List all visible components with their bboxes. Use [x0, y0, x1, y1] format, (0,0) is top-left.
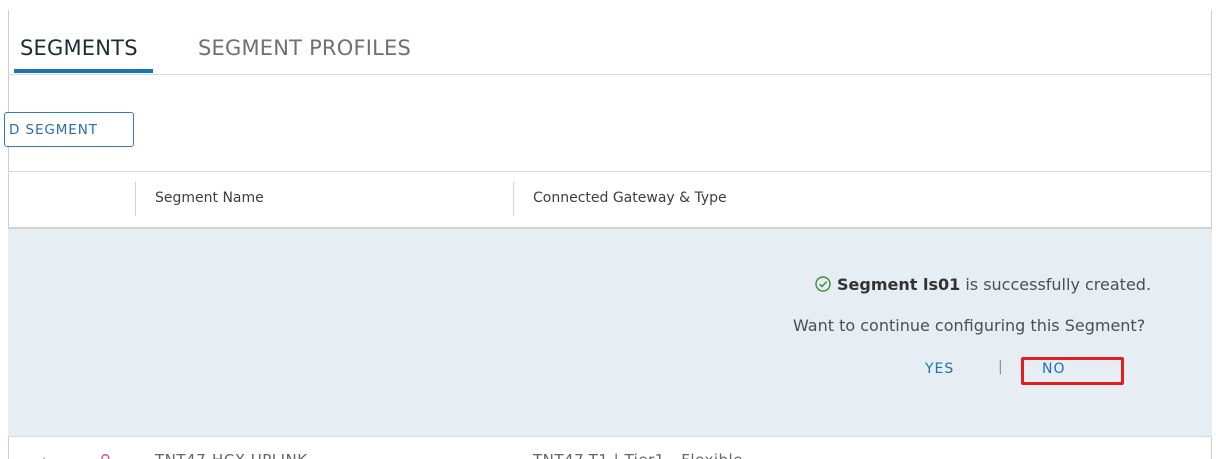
column-header-connected-gateway[interactable]: Connected Gateway & Type — [533, 190, 727, 206]
tab-bar: SEGMENTS SEGMENT PROFILES — [8, 22, 1212, 75]
segment-name-bold: Segment ls01 — [837, 275, 961, 294]
success-message: Segment ls01 is successfully created. — [815, 275, 1151, 294]
continue-prompt: Want to continue configuring this Segmen… — [793, 316, 1146, 335]
gateway-cell: TNT47-T1 | Tier1 - Flexible — [533, 451, 743, 459]
column-divider[interactable] — [135, 182, 136, 216]
segment-name-cell[interactable]: TNT47-HCX-UPLINK — [155, 451, 308, 459]
table-row[interactable]: › ⚲ TNT47-HCX-UPLINK TNT47-T1 | Tier1 - … — [8, 437, 1212, 459]
tab-segments[interactable]: SEGMENTS — [20, 36, 138, 60]
success-message-text: is successfully created. — [960, 275, 1152, 294]
segment-type-icon: ⚲ — [100, 451, 112, 459]
check-circle-icon — [815, 276, 831, 292]
top-margin — [0, 0, 1216, 10]
app-window: SEGMENTS SEGMENT PROFILES D SEGMENT Segm… — [0, 0, 1216, 459]
link-separator: | — [998, 359, 1003, 375]
tab-segment-profiles[interactable]: SEGMENT PROFILES — [198, 36, 411, 60]
active-tab-indicator — [14, 69, 153, 73]
expand-chevron-icon[interactable]: › — [42, 451, 49, 459]
column-divider[interactable] — [513, 182, 514, 216]
highlight-box — [1021, 357, 1124, 385]
toolbar: D SEGMENT — [4, 75, 1212, 172]
column-header-segment-name[interactable]: Segment Name — [155, 190, 264, 206]
yes-button[interactable]: YES — [925, 361, 954, 377]
add-segment-button[interactable]: D SEGMENT — [4, 112, 134, 147]
success-banner: Segment ls01 is successfully created. Wa… — [8, 229, 1212, 437]
table-header: Segment Name Connected Gateway & Type — [8, 172, 1212, 229]
